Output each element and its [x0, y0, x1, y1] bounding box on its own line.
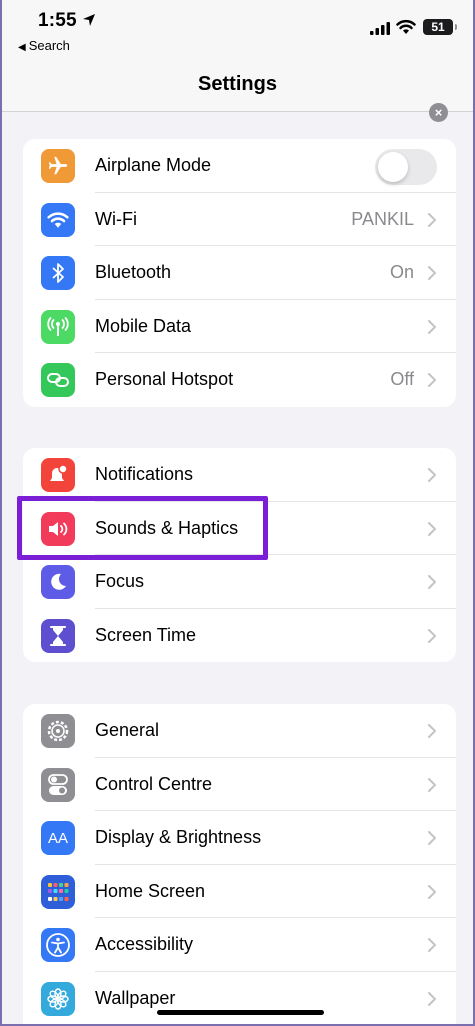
row-label: Control Centre [95, 773, 213, 794]
row-label: Focus [95, 571, 145, 591]
chevron-right-icon [428, 266, 436, 280]
settings-row-control-centre[interactable]: Control Centre [23, 758, 456, 811]
row-label: Wi-Fi [95, 208, 137, 229]
toggles-icon [41, 767, 75, 802]
bluetooth-icon [41, 256, 75, 290]
cellular-signal-icon [370, 22, 390, 35]
row-value: Off [390, 369, 414, 389]
home-indicator[interactable] [157, 1010, 324, 1015]
flower-icon [41, 981, 75, 1016]
row-label: Home Screen [95, 880, 206, 901]
chevron-right-icon [428, 938, 436, 952]
back-label: Search [28, 38, 70, 53]
chevron-right-icon [428, 777, 436, 792]
settings-row-home-screen[interactable]: Home Screen [23, 865, 456, 918]
row-label: Wallpaper [95, 987, 176, 1008]
page-title: Settings [198, 73, 277, 95]
status-time: 1:55 [38, 10, 77, 31]
battery-indicator: 51 [423, 19, 457, 35]
chevron-right-icon [428, 319, 436, 334]
app-grid-icon [41, 874, 75, 909]
settings-row-mobile-data[interactable]: Mobile Data [23, 300, 456, 353]
chevron-right-icon [428, 575, 436, 589]
navigation-bar: Settings [2, 60, 473, 112]
row-value: On [389, 262, 414, 282]
chevron-right-icon [428, 373, 436, 387]
chevron-right-icon [428, 628, 436, 643]
dismiss-button[interactable]: × [429, 103, 448, 122]
hourglass-icon [41, 618, 75, 653]
accessibility-icon [41, 928, 75, 962]
status-bar: 1:55 ◀ Search 51 [2, 0, 473, 60]
settings-row-screen-time[interactable]: Screen Time [23, 609, 456, 663]
row-label: Notifications [95, 464, 194, 484]
row-label: Airplane Mode [95, 155, 212, 175]
settings-row-accessibility[interactable]: Accessibility [23, 918, 456, 972]
moon-icon [41, 565, 75, 599]
settings-row-wallpaper[interactable]: Wallpaper [23, 972, 456, 1025]
settings-row-personal-hotspot[interactable]: Personal Hotspot Off [23, 353, 456, 407]
chevron-right-icon [428, 521, 436, 536]
settings-group-general: General Control Centre AA Display & Brig… [23, 704, 456, 1025]
settings-row-display-brightness[interactable]: AA Display & Brightness [23, 811, 456, 865]
screen-frame: 1:55 ◀ Search 51 Settings × Airplane Mod… [0, 0, 475, 1026]
settings-row-airplane-mode[interactable]: Airplane Mode [23, 139, 456, 193]
settings-row-general[interactable]: General [23, 704, 456, 758]
back-to-search-link[interactable]: ◀ Search [18, 38, 70, 53]
antenna-icon [41, 309, 75, 344]
airplane-icon [41, 149, 75, 183]
row-label: General [95, 720, 160, 740]
highlight-box [17, 496, 268, 560]
chevron-right-icon [428, 884, 436, 899]
chevron-right-icon [428, 724, 436, 738]
location-arrow-icon [83, 14, 95, 26]
row-label: Screen Time [95, 624, 197, 645]
row-value: PANKIL [351, 208, 414, 229]
settings-row-wifi[interactable]: Wi-Fi PANKIL [23, 193, 456, 246]
notifications-icon [41, 458, 75, 492]
row-label: Display & Brightness [95, 827, 262, 847]
wifi-icon [41, 202, 75, 237]
back-triangle-icon: ◀ [18, 42, 26, 53]
gear-icon [41, 714, 75, 748]
row-label: Personal Hotspot [95, 369, 234, 389]
row-label: Accessibility [95, 934, 194, 954]
settings-row-bluetooth[interactable]: Bluetooth On [23, 246, 456, 300]
chevron-right-icon [428, 468, 436, 482]
row-label: Bluetooth [95, 262, 172, 282]
settings-group-connectivity: Airplane Mode Wi-Fi PANKIL Bluetooth On [23, 139, 456, 407]
airplane-mode-toggle[interactable] [375, 149, 437, 185]
text-size-icon: AA [41, 821, 75, 855]
chevron-right-icon [428, 212, 436, 227]
hotspot-icon [41, 363, 75, 397]
settings-row-focus[interactable]: Focus [23, 555, 456, 609]
chevron-right-icon [428, 991, 436, 1006]
settings-row-notifications[interactable]: Notifications [23, 448, 456, 502]
toggle-knob [378, 152, 408, 182]
chevron-right-icon [428, 831, 436, 845]
wifi-status-icon [396, 19, 416, 34]
row-label: Mobile Data [95, 315, 192, 336]
